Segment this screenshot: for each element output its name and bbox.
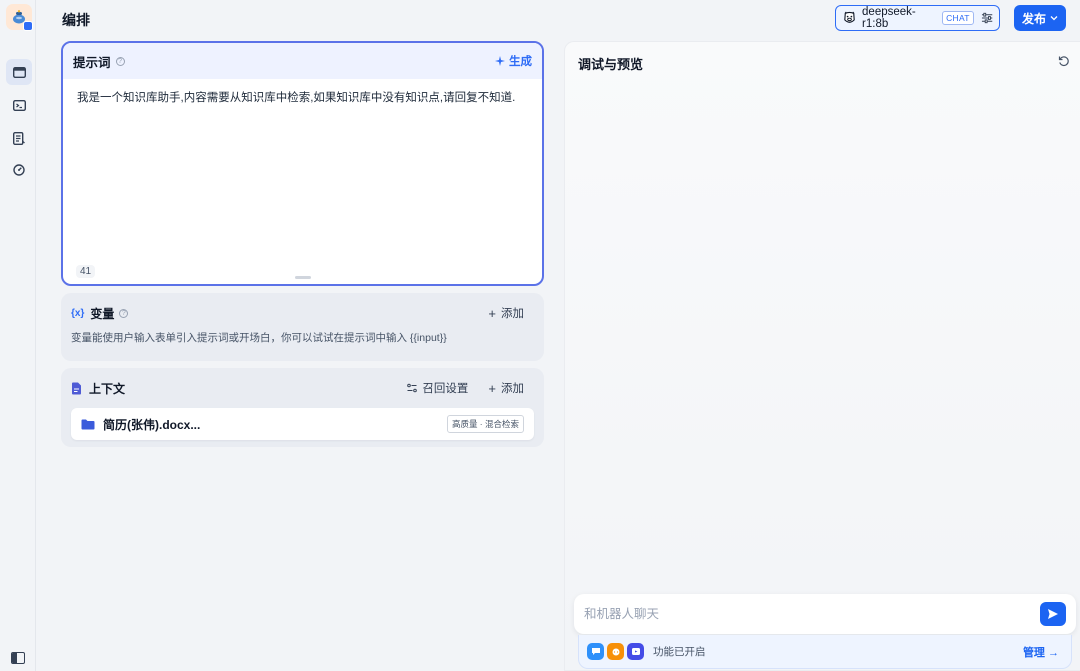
help-icon[interactable]: ?: [115, 56, 125, 66]
app-logo[interactable]: [6, 4, 33, 31]
llama-icon: [844, 11, 855, 23]
api-nav-button[interactable]: [6, 92, 32, 118]
speech-icon: [607, 643, 624, 660]
manage-features-link[interactable]: 管理 →: [1023, 644, 1063, 660]
debug-preview-panel: 调试与预览 功能已开启 管理 →: [564, 41, 1080, 671]
add-context-button[interactable]: + 添加: [488, 380, 524, 396]
logs-nav-button[interactable]: [6, 125, 32, 151]
prompt-title: 提示词: [73, 55, 111, 70]
model-mode-tag: CHAT: [942, 11, 974, 25]
sidebar-toggle-icon[interactable]: [11, 652, 25, 664]
document-list-icon: [13, 131, 25, 145]
help-icon[interactable]: ?: [119, 308, 129, 318]
document-icon: [72, 382, 81, 394]
window-icon: [12, 66, 26, 78]
plus-icon: +: [488, 380, 496, 396]
app-badge: [23, 21, 33, 31]
variable-icon: {x}: [71, 307, 85, 319]
orchestrate-nav-button[interactable]: [6, 59, 32, 85]
context-title: 上下文: [89, 381, 126, 396]
knowledge-file-item[interactable]: 简历(张伟).docx... 高质量 · 混合检索: [71, 408, 534, 440]
features-enabled-text: 功能已开启: [653, 646, 706, 658]
recall-settings-label: 召回设置: [422, 383, 469, 395]
prompt-header: 提示词 ? 生成: [63, 43, 542, 79]
recall-settings-button[interactable]: 召回设置: [407, 380, 468, 396]
monitor-nav-button[interactable]: [6, 157, 32, 183]
prompt-panel: 提示词 ? 生成 我是一个知识库助手,内容需要从知识库中检索,如果知识库中没有知…: [61, 41, 544, 286]
generate-label: 生成: [509, 56, 532, 68]
add-context-label: 添加: [501, 383, 524, 395]
chevron-down-icon: [1050, 16, 1058, 21]
model-name: deepseek-r1:8b: [862, 6, 916, 30]
publish-button[interactable]: 发布: [1014, 5, 1066, 31]
sparkle-icon: [495, 56, 505, 66]
variables-title: 变量: [90, 306, 115, 321]
char-count: 41: [76, 265, 96, 278]
settings-sliders-icon[interactable]: [981, 12, 993, 24]
variables-description: 变量能使用户输入表单引入提示词或开场白，你可以试试在提示词中输入 {{input…: [71, 332, 447, 344]
refresh-icon[interactable]: [1058, 55, 1070, 67]
send-button[interactable]: [1040, 602, 1066, 626]
chat-bubble-icon: [587, 643, 604, 660]
prompt-editor[interactable]: 我是一个知识库助手,内容需要从知识库中检索,如果知识库中没有知识点,请回复不知道…: [63, 79, 542, 117]
variables-panel: {x} 变量 ? + 添加 变量能使用户输入表单引入提示词或开场白，你可以试试在…: [61, 293, 544, 361]
recall-settings-icon: [407, 383, 418, 393]
add-variable-label: 添加: [501, 308, 524, 320]
model-selector[interactable]: deepseek-r1:8b CHAT: [835, 5, 1000, 31]
plus-icon: +: [488, 305, 496, 321]
context-panel: 上下文 召回设置 + 添加 简历(张伟).docx... 高质量 · 混合检索: [61, 368, 544, 447]
terminal-icon: [12, 99, 26, 111]
left-rail: [0, 0, 36, 671]
suggestion-icon: [627, 643, 644, 660]
page-title: 编排: [62, 12, 90, 28]
folder-icon: [81, 419, 95, 429]
chat-input[interactable]: [584, 607, 1040, 621]
add-variable-button[interactable]: + 添加: [488, 305, 534, 321]
feature-bar: 功能已开启 管理 →: [578, 635, 1072, 669]
send-icon: [1048, 609, 1058, 619]
preview-title: 调试与预览: [578, 57, 644, 72]
publish-label: 发布: [1021, 11, 1046, 26]
resize-handle[interactable]: [295, 276, 311, 279]
retrieval-mode-badge: 高质量 · 混合检索: [446, 415, 524, 433]
chat-box: [574, 594, 1076, 634]
file-name: 简历(张伟).docx...: [103, 417, 201, 432]
generate-button[interactable]: 生成: [495, 53, 532, 69]
gauge-icon: [13, 164, 25, 176]
